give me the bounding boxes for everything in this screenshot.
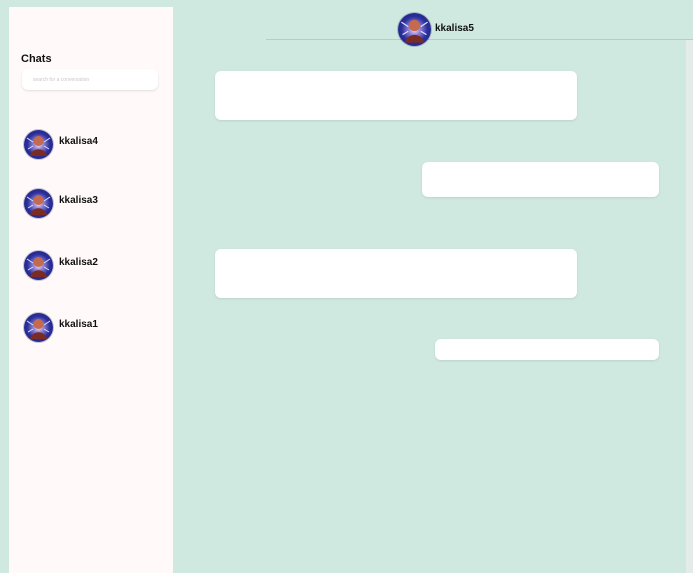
contact-item-kkalisa2[interactable]: kkalisa2 <box>24 250 164 280</box>
recipient-name: kkalisa5 <box>435 22 474 34</box>
contact-item-kkalisa4[interactable]: kkalisa4 <box>24 129 164 159</box>
sidebar: Chats kkalisa4 kkalisa3 kkalisa2 kkalisa… <box>9 7 173 573</box>
contact-name: kkalisa1 <box>59 318 98 330</box>
sidebar-title: Chats <box>21 53 52 65</box>
scrollbar-track[interactable] <box>686 40 693 573</box>
message-bubble-sent <box>422 162 659 197</box>
chat-header: kkalisa5 <box>398 12 474 46</box>
user-avatar-icon <box>24 312 53 342</box>
contact-name: kkalisa3 <box>59 194 98 206</box>
contact-name: kkalisa2 <box>59 256 98 268</box>
contact-item-kkalisa1[interactable]: kkalisa1 <box>24 312 164 342</box>
message-bubble-received <box>215 71 577 120</box>
user-avatar-icon <box>24 129 53 159</box>
recipient-avatar-icon <box>398 12 431 46</box>
message-bubble-sent <box>435 339 659 360</box>
contact-item-kkalisa3[interactable]: kkalisa3 <box>24 188 164 218</box>
user-avatar-icon <box>24 250 53 280</box>
user-avatar-icon <box>24 188 53 218</box>
search-input[interactable] <box>22 69 158 90</box>
contact-name: kkalisa4 <box>59 135 98 147</box>
chat-header-divider <box>266 39 693 40</box>
message-bubble-received <box>215 249 577 298</box>
